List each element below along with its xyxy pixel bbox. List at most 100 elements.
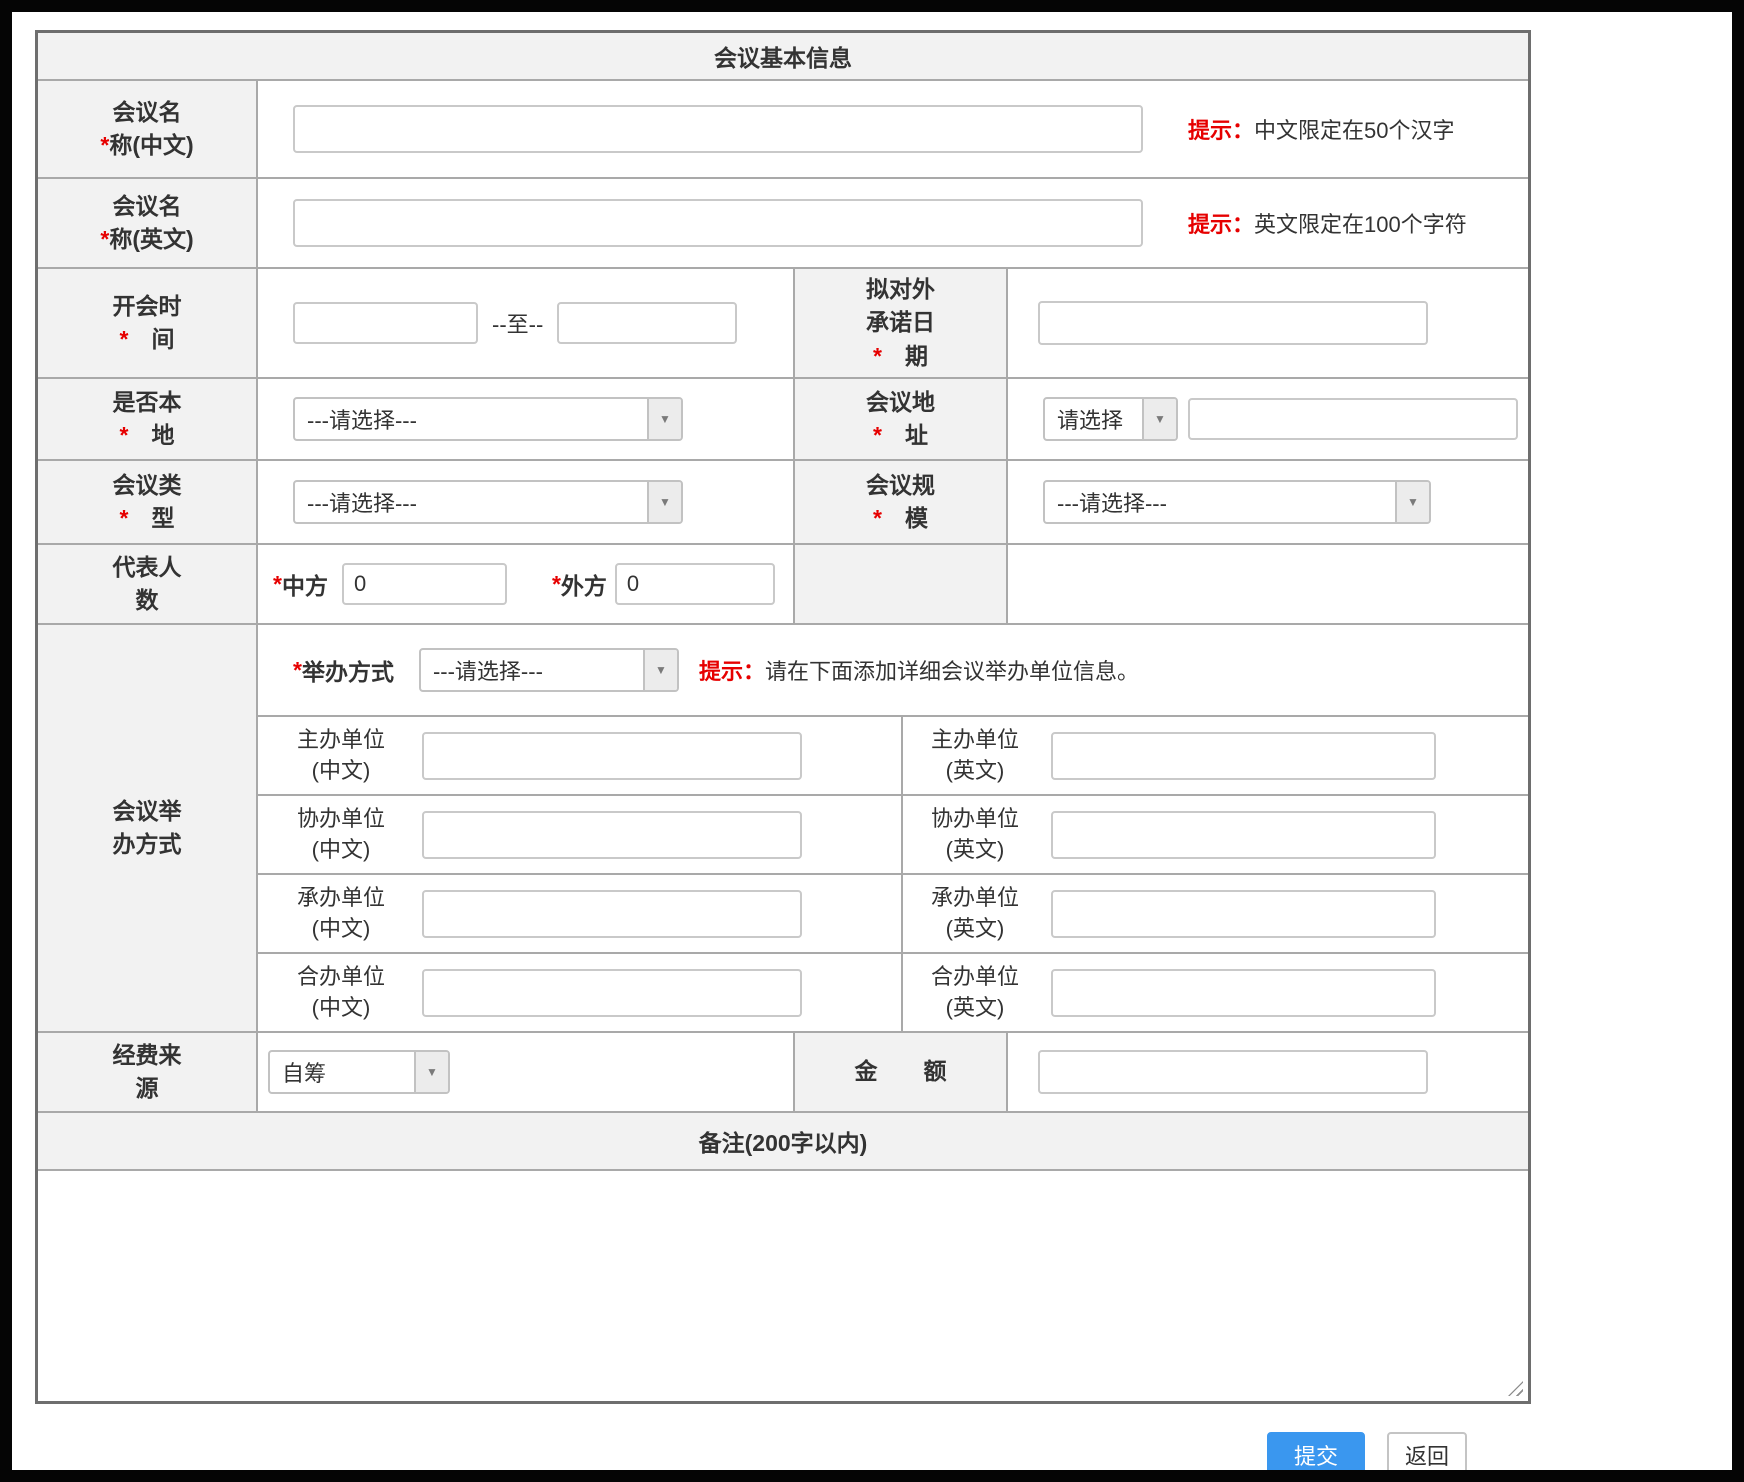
name-cn-cell: 提示：中文限定在50个汉字 bbox=[258, 81, 1528, 177]
remarks-header-row: 备注(200字以内) bbox=[38, 1111, 1528, 1169]
required-star: * bbox=[873, 343, 882, 369]
funding-label: 经费来 源 bbox=[38, 1033, 258, 1111]
delegates-cn-label: 中方 bbox=[282, 567, 328, 601]
remarks-textarea[interactable] bbox=[38, 1171, 1528, 1401]
label-text: 称(英文) bbox=[109, 226, 193, 252]
meeting-type-cell: ---请选择--- ▼ bbox=[258, 461, 793, 543]
label-text: 模 bbox=[882, 505, 928, 531]
address-input[interactable] bbox=[1188, 398, 1518, 440]
label-text: 主办单位 bbox=[266, 725, 416, 756]
joint-organizer-en-label: 合办单位 (英文) bbox=[905, 962, 1045, 1024]
meeting-time-end-input[interactable] bbox=[557, 302, 737, 344]
label-text: 会议类 bbox=[113, 472, 182, 498]
organizer-en-input[interactable] bbox=[1051, 732, 1436, 780]
hint-label: 提示： bbox=[1188, 212, 1254, 237]
promise-date-input[interactable] bbox=[1038, 301, 1428, 345]
host-mode-hint: 提示：请在下面添加详细会议举办单位信息。 bbox=[699, 654, 1139, 686]
label-text: 地 bbox=[128, 422, 174, 448]
label-line: *称(中文) bbox=[100, 129, 193, 162]
host-mode-inline-label: 举办方式 bbox=[302, 653, 394, 687]
address-region-select[interactable]: 请选择 ▼ bbox=[1043, 397, 1178, 441]
label-text: 承办单位 bbox=[905, 883, 1045, 914]
delegates-spacer-cell bbox=[793, 545, 1008, 623]
meeting-type-select[interactable]: ---请选择--- ▼ bbox=[293, 480, 683, 524]
label-text: 拟对外 bbox=[866, 276, 935, 302]
label-line: 会议类 bbox=[113, 469, 182, 502]
co-organizer-en-cell: 协办单位 (英文) bbox=[903, 796, 1528, 873]
unit-row-undertaker: 承办单位 (中文) 承办单位 (英文) bbox=[258, 873, 1528, 952]
address-cell: 请选择 ▼ bbox=[1008, 379, 1528, 459]
label-text: 型 bbox=[128, 505, 174, 531]
label-line: * 型 bbox=[120, 502, 175, 535]
row-delegates: 代表人 数 * 中方 * 外方 bbox=[38, 543, 1528, 623]
host-mode-label: 会议举 办方式 bbox=[38, 625, 258, 1031]
undertaker-en-input[interactable] bbox=[1051, 890, 1436, 938]
name-en-hint: 提示：英文限定在100个字符 bbox=[1188, 207, 1467, 239]
co-organizer-cn-label: 协办单位 (中文) bbox=[266, 804, 416, 866]
hint-text: 请在下面添加详细会议举办单位信息。 bbox=[765, 659, 1139, 684]
delegates-cn-input[interactable] bbox=[342, 563, 507, 605]
row-name-en: 会议名 *称(英文) 提示：英文限定在100个字符 bbox=[38, 177, 1528, 267]
label-text: 金 额 bbox=[855, 1058, 947, 1084]
required-star: * bbox=[100, 226, 109, 252]
organizer-cn-input[interactable] bbox=[422, 732, 802, 780]
row-name-cn: 会议名 *称(中文) 提示：中文限定在50个汉字 bbox=[38, 79, 1528, 177]
label-text: 协办单位 bbox=[905, 804, 1045, 835]
label-line: 承诺日 bbox=[866, 306, 935, 339]
meeting-time-label: 开会时 * 间 bbox=[38, 269, 258, 377]
label-text: 承办单位 bbox=[266, 883, 416, 914]
host-mode-select[interactable]: ---请选择--- ▼ bbox=[419, 648, 679, 692]
label-line: 会议名 bbox=[113, 190, 182, 223]
organizer-en-label: 主办单位 (英文) bbox=[905, 725, 1045, 787]
label-line: * 间 bbox=[120, 323, 175, 356]
host-mode-content: * 举办方式 ---请选择--- ▼ 提示：请在下面添加详细会议举办单位信息。 … bbox=[258, 625, 1528, 1031]
joint-organizer-cn-input[interactable] bbox=[422, 969, 802, 1017]
joint-organizer-cn-cell: 合办单位 (中文) bbox=[258, 954, 903, 1031]
co-organizer-cn-input[interactable] bbox=[422, 811, 802, 859]
label-text: 间 bbox=[128, 326, 174, 352]
label-line: 金 额 bbox=[855, 1055, 947, 1088]
co-organizer-en-label: 协办单位 (英文) bbox=[905, 804, 1045, 866]
select-value: ---请选择--- bbox=[421, 650, 643, 690]
delegates-foreign-input[interactable] bbox=[615, 563, 775, 605]
select-value: ---请选择--- bbox=[295, 399, 647, 439]
host-mode-top: * 举办方式 ---请选择--- ▼ 提示：请在下面添加详细会议举办单位信息。 bbox=[258, 625, 1528, 715]
label-text: 源 bbox=[136, 1075, 159, 1101]
delegates-cell: * 中方 * 外方 bbox=[258, 545, 793, 623]
co-organizer-cn-cell: 协办单位 (中文) bbox=[258, 796, 903, 873]
label-line: 办方式 bbox=[113, 828, 182, 861]
organizer-en-cell: 主办单位 (英文) bbox=[903, 717, 1528, 794]
label-line: * 期 bbox=[873, 340, 928, 373]
required-star: * bbox=[873, 422, 882, 448]
dropdown-arrow-icon: ▼ bbox=[414, 1052, 448, 1092]
unit-row-joint-organizer: 合办单位 (中文) 合办单位 (英文) bbox=[258, 952, 1528, 1031]
hint-text: 英文限定在100个字符 bbox=[1254, 212, 1467, 237]
submit-button[interactable]: 提交 bbox=[1267, 1432, 1365, 1470]
label-text: 主办单位 bbox=[905, 725, 1045, 756]
remarks-cell bbox=[38, 1171, 1528, 1401]
undertaker-cn-cell: 承办单位 (中文) bbox=[258, 875, 903, 952]
label-line: *称(英文) bbox=[100, 223, 193, 256]
label-text: 址 bbox=[882, 422, 928, 448]
amount-cell bbox=[1008, 1033, 1528, 1111]
label-text: 是否本 bbox=[113, 389, 182, 415]
undertaker-cn-input[interactable] bbox=[422, 890, 802, 938]
name-en-label: 会议名 *称(英文) bbox=[38, 179, 258, 267]
name-cn-input[interactable] bbox=[293, 105, 1143, 153]
label-line: 是否本 bbox=[113, 386, 182, 419]
label-line: 会议规 bbox=[866, 469, 935, 502]
name-en-input[interactable] bbox=[293, 199, 1143, 247]
meeting-scale-select[interactable]: ---请选择--- ▼ bbox=[1043, 480, 1431, 524]
row-host-mode: 会议举 办方式 * 举办方式 ---请选择--- ▼ 提示：请在下面添加详细会议… bbox=[38, 623, 1528, 1031]
select-value: ---请选择--- bbox=[295, 482, 647, 522]
funding-select[interactable]: 自筹 ▼ bbox=[268, 1050, 450, 1094]
co-organizer-en-input[interactable] bbox=[1051, 811, 1436, 859]
is-local-select[interactable]: ---请选择--- ▼ bbox=[293, 397, 683, 441]
undertaker-en-cell: 承办单位 (英文) bbox=[903, 875, 1528, 952]
amount-input[interactable] bbox=[1038, 1050, 1428, 1094]
joint-organizer-en-input[interactable] bbox=[1051, 969, 1436, 1017]
label-text: (英文) bbox=[905, 835, 1045, 866]
dropdown-arrow-icon: ▼ bbox=[1395, 482, 1429, 522]
meeting-time-start-input[interactable] bbox=[293, 302, 478, 344]
back-button[interactable]: 返回 bbox=[1387, 1432, 1467, 1470]
